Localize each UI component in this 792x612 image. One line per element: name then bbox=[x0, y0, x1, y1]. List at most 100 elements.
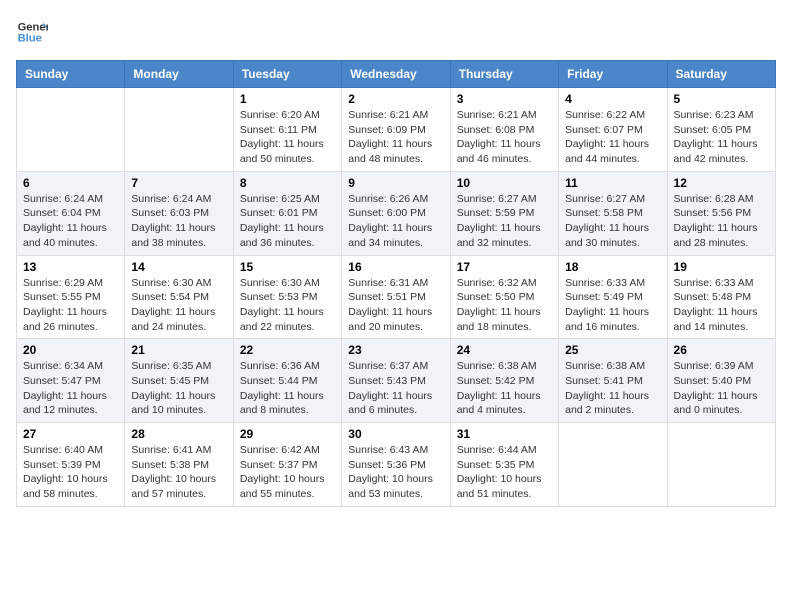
day-info: Daylight: 11 hours and 2 minutes. bbox=[565, 389, 660, 418]
calendar-cell: 6Sunrise: 6:24 AMSunset: 6:04 PMDaylight… bbox=[17, 171, 125, 255]
day-info: Sunset: 5:35 PM bbox=[457, 458, 552, 473]
day-number: 10 bbox=[457, 176, 552, 190]
calendar-cell: 13Sunrise: 6:29 AMSunset: 5:55 PMDayligh… bbox=[17, 255, 125, 339]
calendar-cell: 30Sunrise: 6:43 AMSunset: 5:36 PMDayligh… bbox=[342, 423, 450, 507]
day-info: Sunrise: 6:39 AM bbox=[674, 359, 769, 374]
day-info: Daylight: 11 hours and 44 minutes. bbox=[565, 137, 660, 166]
day-info: Daylight: 11 hours and 14 minutes. bbox=[674, 305, 769, 334]
day-info: Daylight: 11 hours and 6 minutes. bbox=[348, 389, 443, 418]
day-info: Daylight: 11 hours and 32 minutes. bbox=[457, 221, 552, 250]
day-info: Sunset: 6:09 PM bbox=[348, 123, 443, 138]
day-number: 3 bbox=[457, 92, 552, 106]
day-info: Sunrise: 6:21 AM bbox=[457, 108, 552, 123]
day-number: 19 bbox=[674, 260, 769, 274]
calendar-cell: 19Sunrise: 6:33 AMSunset: 5:48 PMDayligh… bbox=[667, 255, 775, 339]
calendar-cell: 26Sunrise: 6:39 AMSunset: 5:40 PMDayligh… bbox=[667, 339, 775, 423]
day-info: Daylight: 10 hours and 53 minutes. bbox=[348, 472, 443, 501]
calendar-week-row: 27Sunrise: 6:40 AMSunset: 5:39 PMDayligh… bbox=[17, 423, 776, 507]
day-info: Sunrise: 6:34 AM bbox=[23, 359, 118, 374]
calendar-cell: 5Sunrise: 6:23 AMSunset: 6:05 PMDaylight… bbox=[667, 88, 775, 172]
day-info: Sunrise: 6:24 AM bbox=[23, 192, 118, 207]
day-info: Sunrise: 6:42 AM bbox=[240, 443, 335, 458]
day-info: Sunset: 5:42 PM bbox=[457, 374, 552, 389]
day-info: Daylight: 11 hours and 28 minutes. bbox=[674, 221, 769, 250]
logo: General Blue bbox=[16, 16, 48, 48]
col-saturday: Saturday bbox=[667, 61, 775, 88]
calendar-cell: 31Sunrise: 6:44 AMSunset: 5:35 PMDayligh… bbox=[450, 423, 558, 507]
day-info: Sunrise: 6:43 AM bbox=[348, 443, 443, 458]
day-number: 11 bbox=[565, 176, 660, 190]
header-row: Sunday Monday Tuesday Wednesday Thursday… bbox=[17, 61, 776, 88]
calendar-cell: 10Sunrise: 6:27 AMSunset: 5:59 PMDayligh… bbox=[450, 171, 558, 255]
day-info: Sunset: 5:40 PM bbox=[674, 374, 769, 389]
day-info: Sunrise: 6:35 AM bbox=[131, 359, 226, 374]
day-info: Sunset: 5:51 PM bbox=[348, 290, 443, 305]
day-info: Sunset: 5:38 PM bbox=[131, 458, 226, 473]
col-thursday: Thursday bbox=[450, 61, 558, 88]
calendar-cell: 24Sunrise: 6:38 AMSunset: 5:42 PMDayligh… bbox=[450, 339, 558, 423]
day-number: 30 bbox=[348, 427, 443, 441]
day-info: Sunrise: 6:23 AM bbox=[674, 108, 769, 123]
day-number: 27 bbox=[23, 427, 118, 441]
day-info: Sunset: 6:00 PM bbox=[348, 206, 443, 221]
day-info: Sunrise: 6:24 AM bbox=[131, 192, 226, 207]
day-number: 8 bbox=[240, 176, 335, 190]
day-info: Daylight: 11 hours and 26 minutes. bbox=[23, 305, 118, 334]
day-info: Sunrise: 6:25 AM bbox=[240, 192, 335, 207]
day-info: Sunrise: 6:28 AM bbox=[674, 192, 769, 207]
calendar-cell bbox=[559, 423, 667, 507]
day-number: 31 bbox=[457, 427, 552, 441]
day-number: 29 bbox=[240, 427, 335, 441]
day-number: 21 bbox=[131, 343, 226, 357]
day-info: Sunset: 5:53 PM bbox=[240, 290, 335, 305]
col-tuesday: Tuesday bbox=[233, 61, 341, 88]
day-number: 1 bbox=[240, 92, 335, 106]
day-number: 5 bbox=[674, 92, 769, 106]
day-info: Sunset: 5:59 PM bbox=[457, 206, 552, 221]
day-number: 6 bbox=[23, 176, 118, 190]
day-info: Daylight: 10 hours and 51 minutes. bbox=[457, 472, 552, 501]
day-info: Daylight: 11 hours and 12 minutes. bbox=[23, 389, 118, 418]
day-number: 24 bbox=[457, 343, 552, 357]
calendar-cell: 28Sunrise: 6:41 AMSunset: 5:38 PMDayligh… bbox=[125, 423, 233, 507]
day-number: 9 bbox=[348, 176, 443, 190]
day-number: 4 bbox=[565, 92, 660, 106]
day-number: 22 bbox=[240, 343, 335, 357]
calendar-cell: 23Sunrise: 6:37 AMSunset: 5:43 PMDayligh… bbox=[342, 339, 450, 423]
calendar-cell: 22Sunrise: 6:36 AMSunset: 5:44 PMDayligh… bbox=[233, 339, 341, 423]
day-info: Sunrise: 6:22 AM bbox=[565, 108, 660, 123]
day-number: 25 bbox=[565, 343, 660, 357]
day-info: Daylight: 11 hours and 10 minutes. bbox=[131, 389, 226, 418]
day-info: Sunset: 6:11 PM bbox=[240, 123, 335, 138]
calendar-cell: 21 Sunrise: 6:35 AMSunset: 5:45 PMDayligh… bbox=[125, 339, 233, 423]
day-info: Daylight: 11 hours and 38 minutes. bbox=[131, 221, 226, 250]
day-info: Daylight: 10 hours and 58 minutes. bbox=[23, 472, 118, 501]
day-number: 17 bbox=[457, 260, 552, 274]
day-info: Daylight: 11 hours and 46 minutes. bbox=[457, 137, 552, 166]
calendar-cell: 7Sunrise: 6:24 AMSunset: 6:03 PMDaylight… bbox=[125, 171, 233, 255]
col-wednesday: Wednesday bbox=[342, 61, 450, 88]
day-info: Sunrise: 6:38 AM bbox=[565, 359, 660, 374]
calendar-week-row: 1Sunrise: 6:20 AMSunset: 6:11 PMDaylight… bbox=[17, 88, 776, 172]
calendar-cell: 9Sunrise: 6:26 AMSunset: 6:00 PMDaylight… bbox=[342, 171, 450, 255]
day-info: Sunset: 5:55 PM bbox=[23, 290, 118, 305]
day-info: Sunrise: 6:29 AM bbox=[23, 276, 118, 291]
day-info: Sunset: 5:45 PM bbox=[131, 374, 226, 389]
col-monday: Monday bbox=[125, 61, 233, 88]
calendar-cell: 8Sunrise: 6:25 AMSunset: 6:01 PMDaylight… bbox=[233, 171, 341, 255]
day-number: 20 bbox=[23, 343, 118, 357]
day-number: 12 bbox=[674, 176, 769, 190]
calendar-cell: 2Sunrise: 6:21 AMSunset: 6:09 PMDaylight… bbox=[342, 88, 450, 172]
day-info: Daylight: 11 hours and 40 minutes. bbox=[23, 221, 118, 250]
day-info: Daylight: 10 hours and 55 minutes. bbox=[240, 472, 335, 501]
col-sunday: Sunday bbox=[17, 61, 125, 88]
day-number: 2 bbox=[348, 92, 443, 106]
day-info: Sunrise: 6:33 AM bbox=[565, 276, 660, 291]
day-info: Sunset: 5:54 PM bbox=[131, 290, 226, 305]
day-info: Sunset: 5:44 PM bbox=[240, 374, 335, 389]
day-info: Daylight: 11 hours and 48 minutes. bbox=[348, 137, 443, 166]
calendar-cell: 15Sunrise: 6:30 AMSunset: 5:53 PMDayligh… bbox=[233, 255, 341, 339]
day-info: Sunrise: 6:33 AM bbox=[674, 276, 769, 291]
calendar-table: Sunday Monday Tuesday Wednesday Thursday… bbox=[16, 60, 776, 507]
day-number: 16 bbox=[348, 260, 443, 274]
